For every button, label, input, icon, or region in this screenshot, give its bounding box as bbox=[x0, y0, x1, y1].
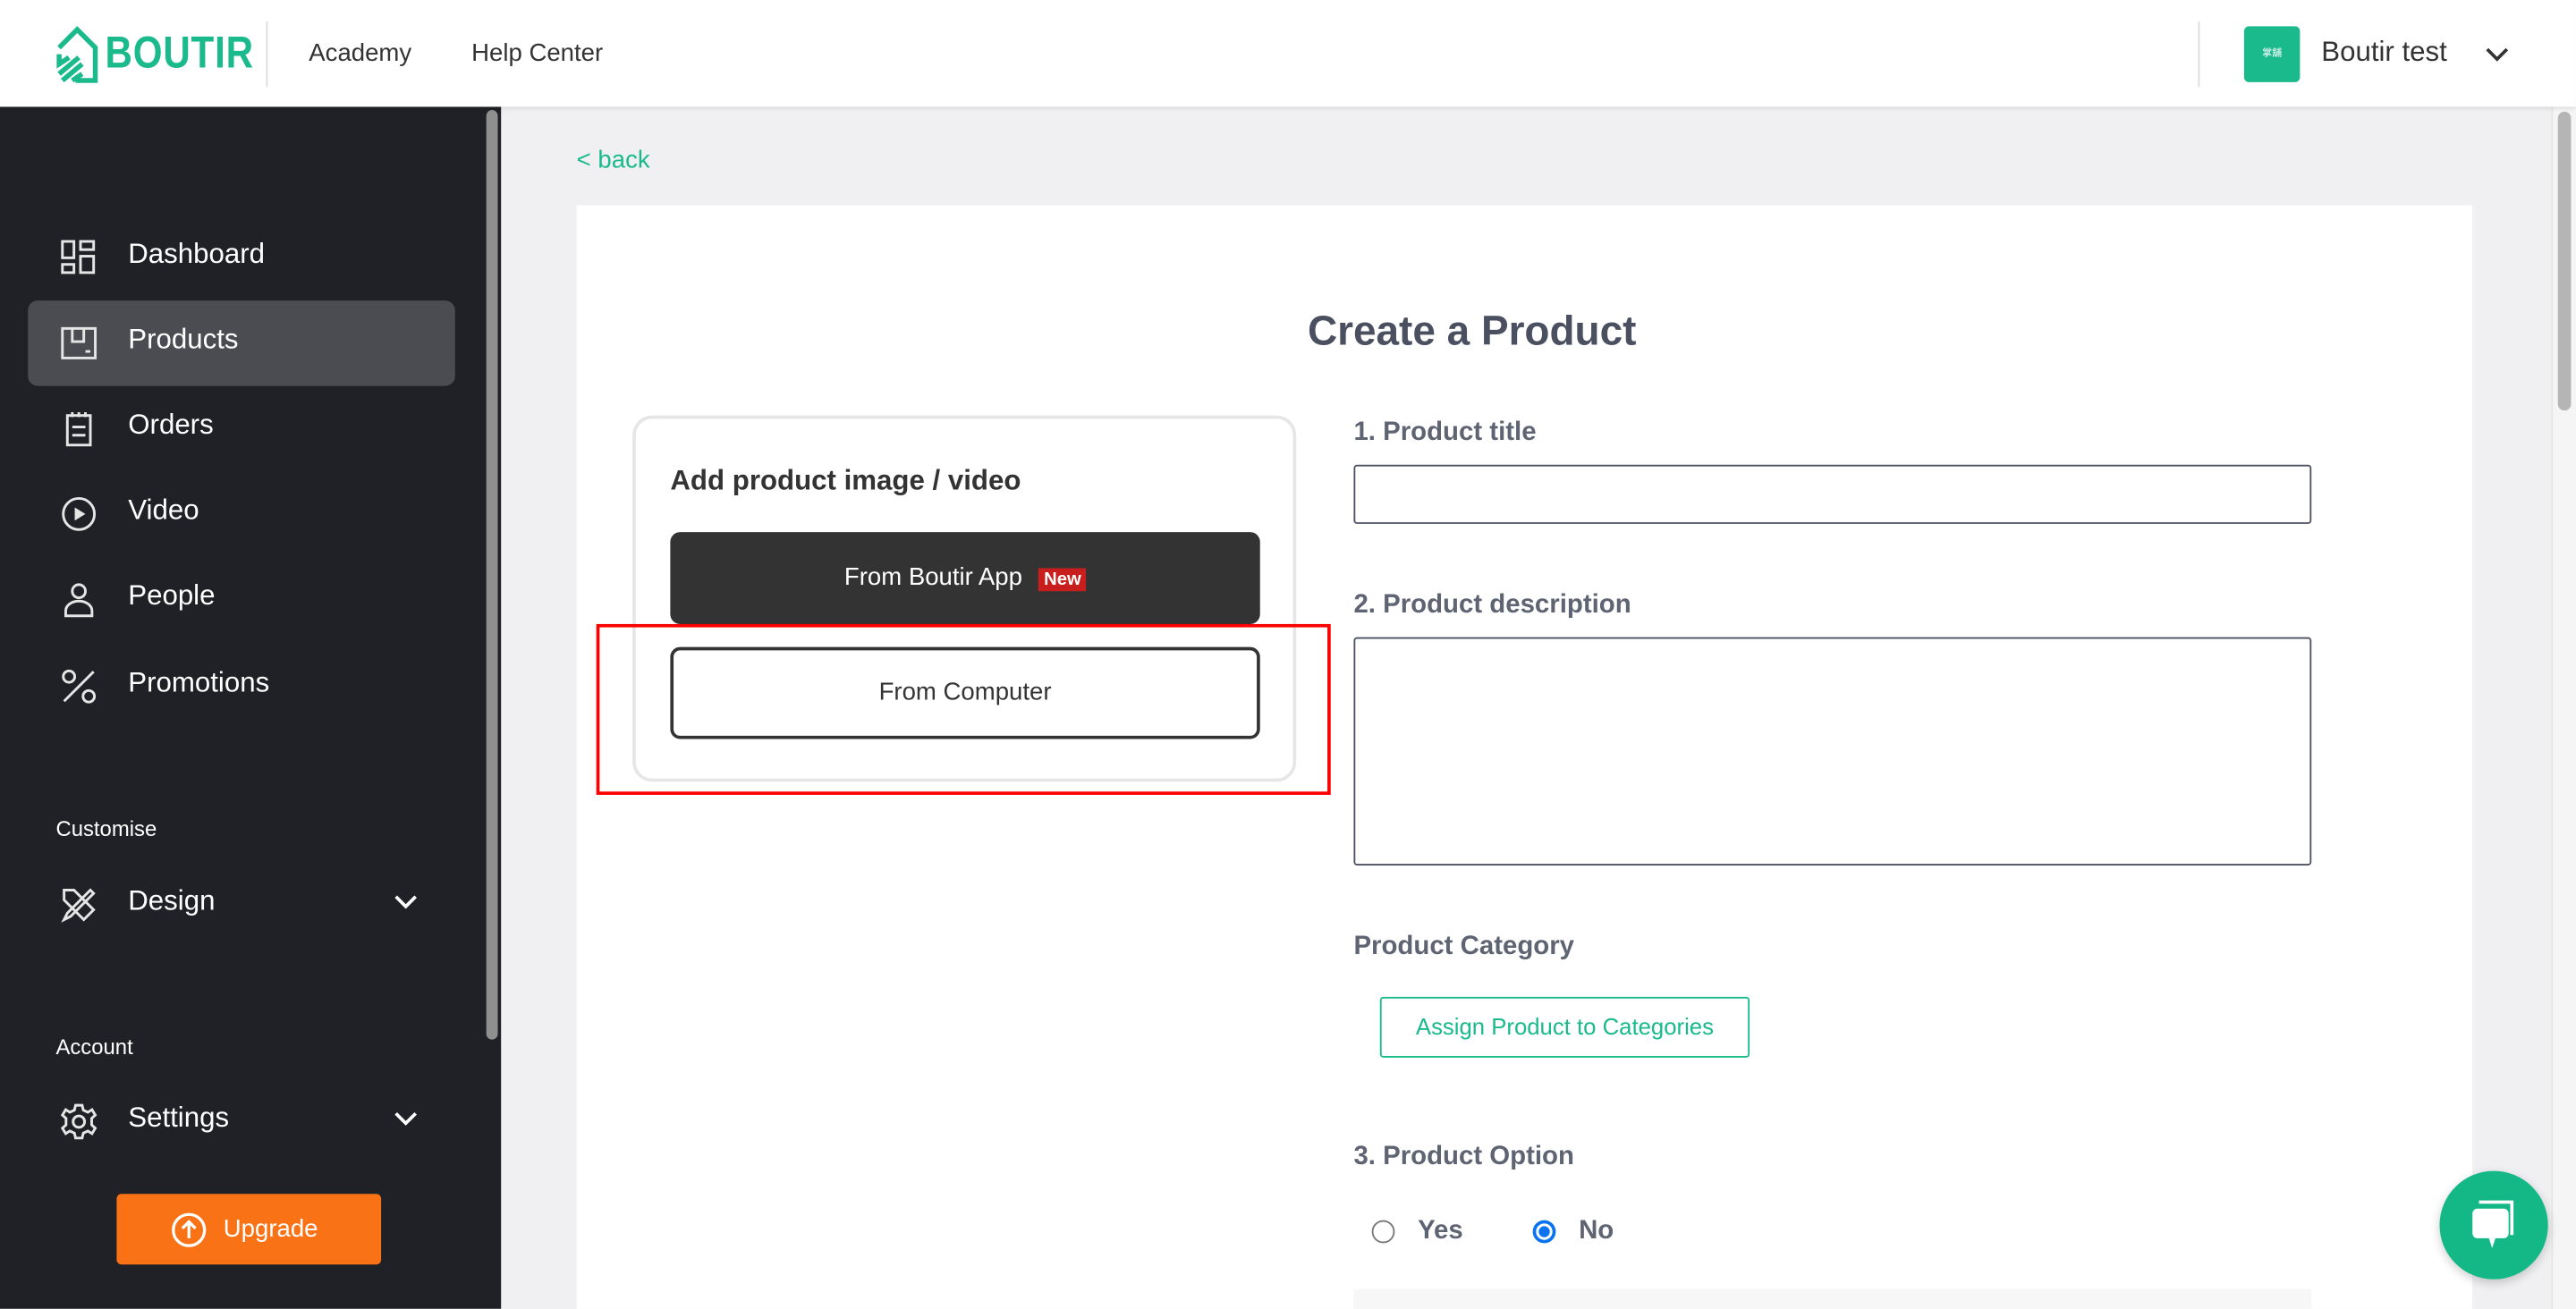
sidebar-item-design[interactable]: Design bbox=[28, 862, 455, 948]
highlight-box bbox=[596, 623, 1331, 795]
option-no-label[interactable]: No bbox=[1579, 1217, 1614, 1246]
media-heading: Add product image / video bbox=[670, 464, 1021, 496]
create-product-card: Create a Product Add product image / vid… bbox=[576, 205, 2473, 1309]
sidebar-item-label: Products bbox=[128, 323, 239, 355]
design-icon bbox=[61, 888, 96, 923]
upgrade-label: Upgrade bbox=[223, 1215, 318, 1244]
sidebar-item-video[interactable]: Video bbox=[28, 471, 455, 557]
sidebar-item-settings[interactable]: Settings bbox=[28, 1079, 455, 1165]
chat-button[interactable] bbox=[2439, 1170, 2548, 1279]
from-boutir-app-label: From Boutir App bbox=[843, 562, 1022, 592]
option-yes-radio[interactable] bbox=[1371, 1220, 1395, 1244]
product-title-label: 1. Product title bbox=[1353, 418, 1537, 447]
divider bbox=[266, 21, 268, 88]
from-boutir-app-button[interactable]: From Boutir App New bbox=[670, 532, 1260, 624]
arrow-up-circle-icon bbox=[172, 1212, 207, 1247]
page-title: Create a Product bbox=[1307, 308, 1637, 355]
option-panel bbox=[1353, 1288, 2312, 1309]
sidebar-item-label: Settings bbox=[128, 1102, 230, 1134]
chevron-down-icon bbox=[394, 895, 417, 909]
product-option-label: 3. Product Option bbox=[1353, 1143, 1574, 1171]
sidebar: Dashboard Products Orders Video People P… bbox=[0, 106, 502, 1309]
boutir-logo-icon bbox=[56, 26, 98, 83]
dashboard-icon bbox=[61, 240, 96, 274]
products-icon bbox=[61, 326, 97, 359]
sidebar-item-label: People bbox=[128, 579, 216, 612]
product-description-label: 2. Product description bbox=[1353, 591, 1631, 620]
back-link[interactable]: < back bbox=[577, 146, 650, 173]
new-badge: New bbox=[1038, 568, 1087, 592]
sidebar-item-label: Video bbox=[128, 494, 199, 526]
product-description-textarea[interactable] bbox=[1353, 637, 2312, 866]
orders-icon bbox=[65, 412, 92, 447]
top-header: BOUTIR Academy Help Center 掌舖 BOUTIR Bou… bbox=[0, 0, 2576, 107]
sidebar-item-promotions[interactable]: Promotions bbox=[28, 644, 455, 730]
assign-categories-button[interactable]: Assign Product to Categories bbox=[1379, 996, 1750, 1058]
brand-logo[interactable]: BOUTIR bbox=[106, 28, 254, 79]
main-scrollbar[interactable] bbox=[2551, 106, 2576, 1309]
avatar-text: 掌舖 BOUTIR bbox=[2262, 49, 2283, 60]
sidebar-item-label: Orders bbox=[128, 409, 214, 441]
sidebar-scrollbar[interactable] bbox=[486, 110, 498, 1040]
gear-icon bbox=[60, 1103, 97, 1140]
scrollbar-thumb[interactable] bbox=[2557, 111, 2572, 411]
chevron-down-icon bbox=[394, 1111, 417, 1126]
store-avatar[interactable]: 掌舖 BOUTIR bbox=[2243, 26, 2301, 82]
section-heading-customise: Customise bbox=[55, 815, 157, 841]
option-no-radio[interactable] bbox=[1532, 1220, 1556, 1244]
sidebar-item-dashboard[interactable]: Dashboard bbox=[28, 215, 455, 301]
sidebar-item-label: Promotions bbox=[128, 666, 270, 698]
sidebar-item-label: Dashboard bbox=[128, 238, 266, 270]
chevron-down-icon[interactable] bbox=[2484, 43, 2510, 66]
sidebar-item-orders[interactable]: Orders bbox=[28, 386, 455, 472]
sidebar-item-label: Design bbox=[128, 884, 216, 916]
upgrade-button[interactable]: Upgrade bbox=[116, 1194, 382, 1265]
product-category-label: Product Category bbox=[1353, 933, 1575, 961]
sidebar-item-people[interactable]: People bbox=[28, 557, 455, 643]
product-title-input[interactable] bbox=[1353, 464, 2312, 524]
nav-help-center[interactable]: Help Center bbox=[471, 39, 603, 67]
divider bbox=[2198, 21, 2200, 88]
video-icon bbox=[62, 496, 97, 531]
nav-academy[interactable]: Academy bbox=[309, 39, 411, 67]
option-yes-label[interactable]: Yes bbox=[1418, 1217, 1463, 1246]
people-icon bbox=[64, 583, 94, 618]
percent-icon bbox=[62, 669, 97, 704]
sidebar-item-products[interactable]: Products bbox=[28, 300, 455, 386]
chat-bubble-icon bbox=[2472, 1200, 2514, 1248]
account-name[interactable]: Boutir test bbox=[2321, 36, 2447, 69]
section-heading-account: Account bbox=[55, 1035, 133, 1060]
